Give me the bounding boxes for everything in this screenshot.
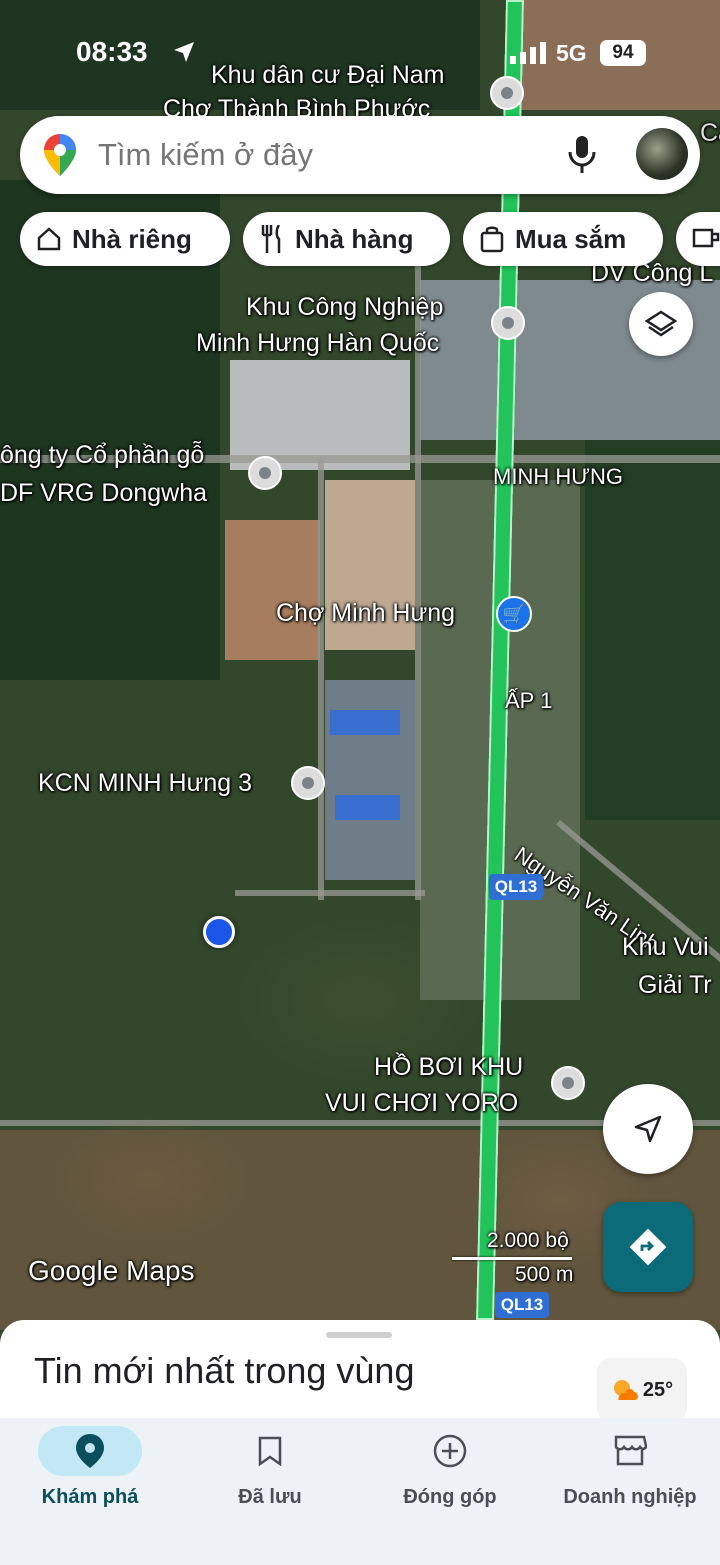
add-circle-icon [433, 1434, 467, 1468]
area-label: MINH HƯNG [493, 464, 624, 489]
place-label[interactable]: KCN MINH Hưng 3 [38, 768, 252, 798]
search-bar[interactable] [20, 116, 700, 194]
nav-label: Khám phá [41, 1486, 139, 1508]
nav-explore[interactable]: Khám phá [0, 1418, 180, 1565]
layers-button[interactable] [629, 292, 693, 356]
place-label[interactable]: Khu Công Nghiệp [246, 292, 443, 322]
weather-temp: 25° [642, 1378, 674, 1401]
avatar[interactable] [636, 128, 688, 180]
battery-icon: 94 [600, 40, 646, 66]
search-input[interactable] [96, 132, 540, 178]
place-label[interactable]: VUI CHƠI YORO [325, 1088, 518, 1118]
scale-meters: 500 m [515, 1263, 574, 1286]
nav-saved[interactable]: Đã lưu [180, 1418, 360, 1565]
place-pin-icon[interactable] [490, 76, 524, 110]
chip-home[interactable]: Nhà riêng [20, 212, 230, 266]
highway-badge: QL13 [489, 874, 543, 900]
home-icon [37, 227, 61, 251]
place-pin-icon[interactable] [291, 766, 325, 800]
scale-feet: 2.000 bộ [487, 1229, 569, 1252]
weather-chip[interactable]: 25° [597, 1358, 687, 1422]
place-label[interactable]: Câ [700, 118, 720, 148]
place-label[interactable]: Khu Vui [622, 932, 709, 962]
layers-icon [645, 310, 677, 337]
network-type: 5G [556, 40, 587, 66]
explore-pin-icon [76, 1434, 104, 1468]
map-road [318, 460, 324, 900]
map-field [230, 360, 410, 470]
my-location-button[interactable] [603, 1084, 693, 1174]
map-field [225, 520, 320, 660]
directions-icon [629, 1228, 667, 1266]
status-time: 08:33 [76, 36, 148, 67]
coffee-cup-icon [692, 228, 720, 248]
highway-badge: QL13 [495, 1292, 549, 1318]
chip-shopping[interactable]: Mua sắm [463, 212, 663, 266]
nav-business[interactable]: Doanh nghiệp [540, 1418, 720, 1565]
place-label[interactable]: ông ty Cổ phần gỗ [0, 440, 204, 470]
place-pin-icon[interactable] [248, 456, 282, 490]
chip-label: Nhà hàng [295, 223, 414, 254]
restaurant-icon [261, 225, 281, 253]
nav-label: Đóng góp [403, 1486, 497, 1508]
map-field [330, 710, 400, 735]
directions-button[interactable] [603, 1202, 693, 1292]
partly-cloudy-icon [613, 1380, 638, 1400]
map-field [585, 440, 720, 820]
location-arrow-icon [174, 42, 194, 62]
navigation-arrow-icon [634, 1115, 662, 1143]
nav-label: Doanh nghiệp [563, 1486, 697, 1508]
chip-restaurants[interactable]: Nhà hàng [243, 212, 450, 266]
place-pin-icon[interactable] [491, 306, 525, 340]
google-maps-logo: Google Maps [28, 1255, 195, 1286]
signal-icon [510, 42, 546, 64]
place-pin-icon[interactable] [551, 1066, 585, 1100]
bookmark-icon [258, 1436, 282, 1466]
place-label[interactable]: Giải Tr [638, 970, 712, 1000]
nav-contribute[interactable]: Đóng góp [360, 1418, 540, 1565]
google-maps-pin-icon [44, 134, 76, 176]
bottom-nav: Khám phá Đã lưu Đóng góp Doanh nghiệp [0, 1418, 720, 1565]
shopping-bag-icon [480, 226, 504, 253]
chip-label: Nhà riêng [72, 223, 192, 254]
map-field [335, 795, 400, 820]
storefront-icon [614, 1435, 647, 1466]
sheet-title: Tin mới nhất trong vùng [34, 1350, 415, 1391]
nav-label: Đã lưu [238, 1486, 302, 1508]
place-label[interactable]: Chợ Minh Hưng [276, 598, 455, 628]
map-road [235, 890, 425, 896]
current-location-dot[interactable] [203, 916, 235, 948]
place-label[interactable]: DF VRG Dongwha [0, 478, 207, 508]
place-label[interactable]: HỒ BƠI KHU [374, 1052, 523, 1082]
shopping-cart-pin-icon[interactable]: 🛒 [496, 596, 532, 632]
status-bar: 08:33 5G 94 [0, 32, 720, 72]
microphone-icon[interactable] [568, 136, 596, 174]
place-label[interactable]: Minh Hưng Hàn Quốc [196, 328, 439, 358]
area-label: ẤP 1 [505, 688, 553, 713]
sheet-drag-handle[interactable] [326, 1332, 392, 1338]
chip-label: Mua sắm [515, 223, 627, 254]
